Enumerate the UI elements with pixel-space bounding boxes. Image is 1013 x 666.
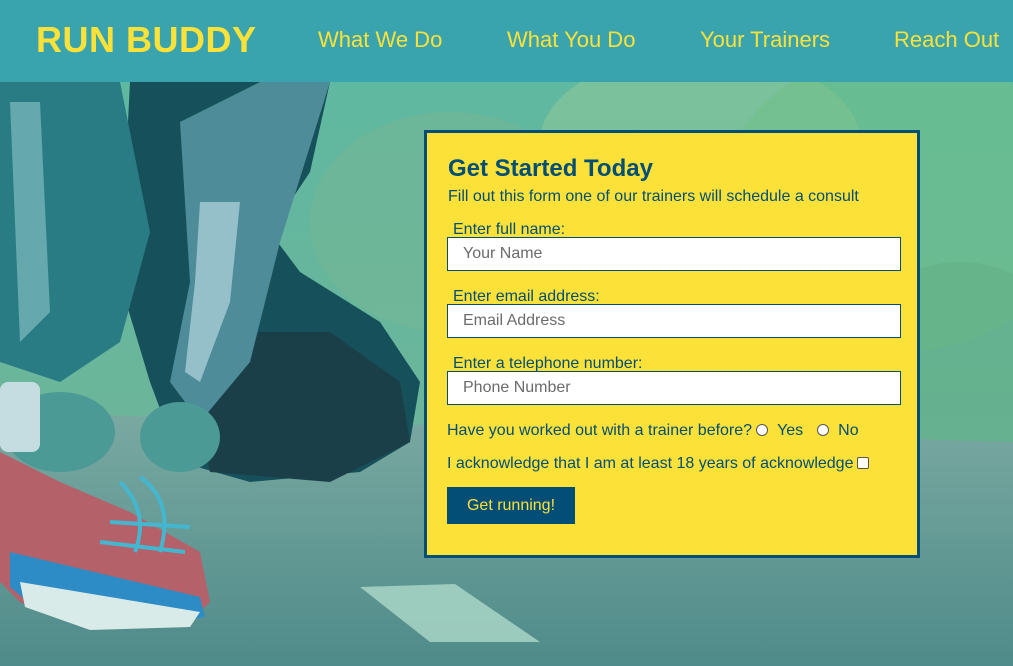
- phone-input[interactable]: [447, 371, 901, 405]
- signup-form-card: Get Started Today Fill out this form one…: [424, 130, 920, 558]
- radio-yes-label: Yes: [777, 422, 804, 439]
- trainer-question-label: Have you worked out with a trainer befor…: [447, 422, 753, 439]
- trainer-question-row: Have you worked out with a trainer befor…: [447, 422, 859, 440]
- full-name-input[interactable]: [447, 237, 901, 271]
- form-subtitle: Fill out this form one of our trainers w…: [448, 188, 859, 205]
- acknowledge-label: I acknowledge that I am at least 18 year…: [447, 455, 854, 472]
- nav-link-reach-out[interactable]: Reach Out: [894, 28, 999, 52]
- nav-link-your-trainers[interactable]: Your Trainers: [700, 28, 830, 52]
- email-input[interactable]: [447, 304, 901, 338]
- nav-link-what-you-do[interactable]: What You Do: [507, 28, 635, 52]
- acknowledge-row: I acknowledge that I am at least 18 year…: [447, 455, 873, 473]
- acknowledge-checkbox[interactable]: [857, 457, 870, 469]
- site-header: RUN BUDDY What We Do What You Do Your Tr…: [0, 0, 1013, 82]
- radio-yes[interactable]: [756, 424, 769, 436]
- radio-no[interactable]: [817, 424, 830, 436]
- radio-no-label: No: [838, 422, 859, 439]
- form-title: Get Started Today: [448, 155, 653, 182]
- brand-logo[interactable]: RUN BUDDY: [36, 20, 257, 60]
- nav-link-what-we-do[interactable]: What We Do: [318, 28, 442, 52]
- get-running-button[interactable]: Get running!: [447, 487, 575, 524]
